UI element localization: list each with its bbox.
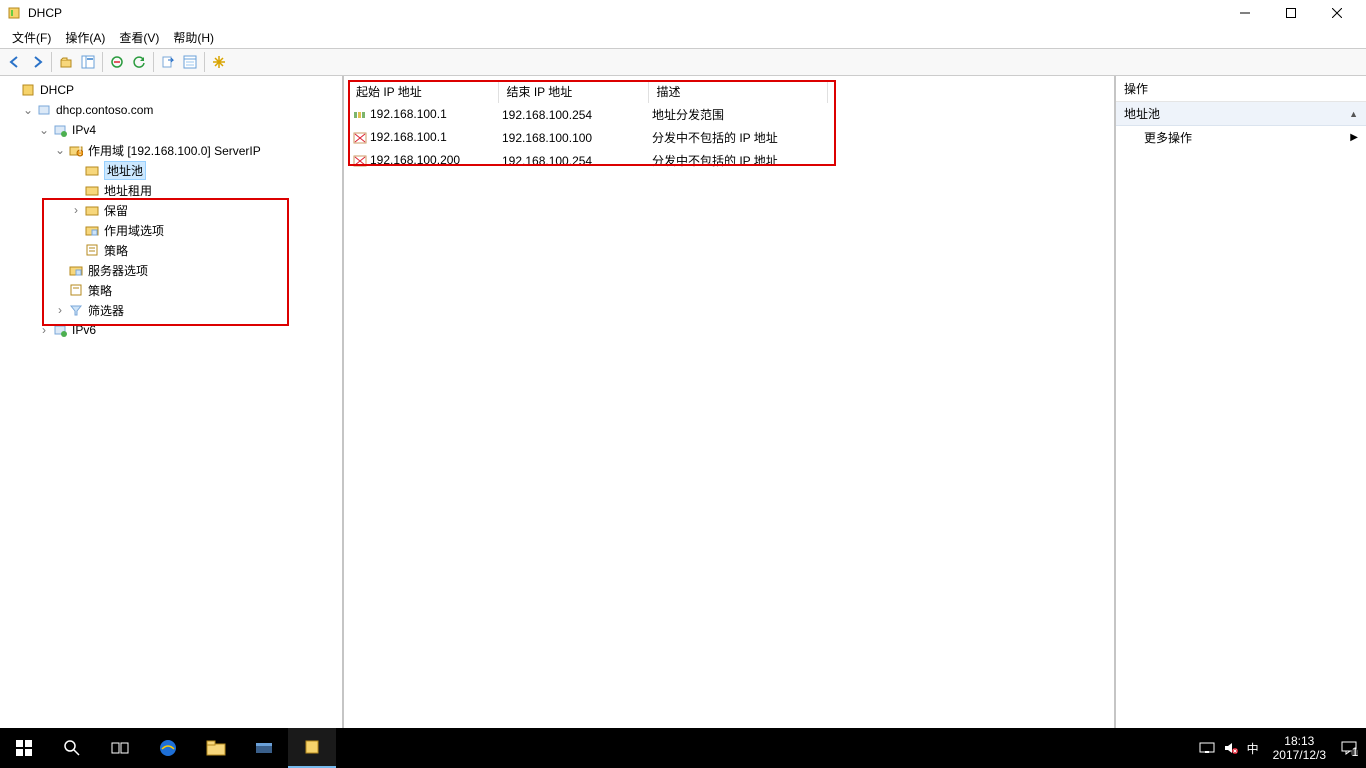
actions-header: 操作 [1116, 76, 1366, 102]
tree-scope-options[interactable]: 作用域选项 [104, 222, 164, 239]
options-icon [84, 222, 100, 238]
scope-icon: ! [68, 142, 84, 158]
tray-network-icon[interactable] [1199, 741, 1215, 755]
task-view-button[interactable] [96, 728, 144, 768]
expand-icon[interactable]: ⌄ [36, 122, 52, 138]
tree-server[interactable]: dhcp.contoso.com [56, 103, 153, 117]
tray-volume-icon[interactable] [1223, 741, 1239, 755]
back-button[interactable] [4, 51, 26, 73]
taskbar: 中 18:13 2017/12/3 1 [0, 728, 1366, 768]
tray-notifications-icon[interactable]: 1 [1340, 740, 1358, 756]
address-pool-table: 起始 IP 地址 结束 IP 地址 描述 192.168.100.1 192.1… [348, 80, 828, 172]
more-actions[interactable]: 更多操作 ▶ [1116, 126, 1366, 149]
chevron-right-icon: ▶ [1350, 132, 1358, 143]
col-description[interactable]: 描述 [648, 80, 828, 103]
exclusion-icon [352, 131, 368, 145]
tree-policies[interactable]: 策略 [104, 242, 128, 259]
titlebar: DHCP [0, 0, 1366, 26]
col-end-ip[interactable]: 结束 IP 地址 [498, 80, 648, 103]
tree-server-policies[interactable]: 策略 [88, 282, 112, 299]
tree-server-options[interactable]: 服务器选项 [88, 262, 148, 279]
table-header-row: 起始 IP 地址 结束 IP 地址 描述 [348, 80, 828, 103]
start-button[interactable] [0, 728, 48, 768]
tree-filters[interactable]: 筛选器 [88, 302, 124, 319]
search-button[interactable] [48, 728, 96, 768]
tree-address-pool[interactable]: 地址池 [104, 161, 146, 180]
dhcp-root-icon [20, 82, 36, 98]
tree-ipv6[interactable]: IPv6 [72, 323, 96, 337]
taskbar-ie[interactable] [144, 728, 192, 768]
taskbar-explorer[interactable] [192, 728, 240, 768]
window-title: DHCP [28, 6, 62, 20]
app-icon [6, 5, 22, 21]
delete-button[interactable] [106, 51, 128, 73]
svg-text:1: 1 [1352, 745, 1358, 756]
properties-button[interactable] [179, 51, 201, 73]
tray-clock[interactable]: 18:13 2017/12/3 [1267, 734, 1332, 762]
menu-action[interactable]: 操作(A) [59, 27, 113, 48]
menubar: 文件(F) 操作(A) 查看(V) 帮助(H) [0, 26, 1366, 48]
tree-reservations[interactable]: 保留 [104, 202, 128, 219]
table-row[interactable]: 192.168.100.1 192.168.100.100 分发中不包括的 IP… [348, 126, 828, 149]
new-button[interactable] [208, 51, 230, 73]
maximize-button[interactable] [1268, 0, 1314, 26]
policy-icon [84, 242, 100, 258]
actions-pane: 操作 地址池 ▲ 更多操作 ▶ [1116, 76, 1366, 728]
filter-icon [68, 302, 84, 318]
forward-button[interactable] [26, 51, 48, 73]
folder-icon [84, 162, 100, 178]
expand-icon[interactable]: › [36, 322, 52, 338]
actions-group-header[interactable]: 地址池 ▲ [1116, 102, 1366, 126]
expand-icon[interactable]: ⌄ [20, 102, 36, 118]
taskbar-server-manager[interactable] [240, 728, 288, 768]
refresh-button[interactable] [128, 51, 150, 73]
tree-ipv4[interactable]: IPv4 [72, 123, 96, 137]
tree-pane: DHCP ⌄ dhcp.contoso.com ⌄ IPv4 [0, 76, 344, 728]
collapse-icon: ▲ [1349, 109, 1358, 119]
folder-icon [84, 182, 100, 198]
range-icon [352, 108, 368, 122]
tree-root[interactable]: DHCP [40, 83, 74, 97]
col-start-ip[interactable]: 起始 IP 地址 [348, 80, 498, 103]
expand-icon[interactable]: ⌄ [52, 142, 68, 158]
menu-view[interactable]: 查看(V) [113, 27, 167, 48]
menu-help[interactable]: 帮助(H) [167, 27, 222, 48]
close-button[interactable] [1314, 0, 1360, 26]
policy-icon [68, 282, 84, 298]
table-row[interactable]: 192.168.100.1 192.168.100.254 地址分发范围 [348, 103, 828, 126]
tree-leases[interactable]: 地址租用 [104, 182, 152, 199]
folder-icon [84, 202, 100, 218]
minimize-button[interactable] [1222, 0, 1268, 26]
svg-text:!: ! [78, 144, 81, 157]
tree-scope[interactable]: 作用域 [192.168.100.0] ServerIP [88, 142, 261, 159]
taskbar-dhcp[interactable] [288, 728, 336, 768]
server-icon [36, 102, 52, 118]
export-button[interactable] [157, 51, 179, 73]
system-tray: 中 18:13 2017/12/3 1 [1191, 734, 1366, 762]
ipv6-icon [52, 322, 68, 338]
options-icon [68, 262, 84, 278]
exclusion-icon [352, 154, 368, 168]
toolbar [0, 48, 1366, 76]
show-hide-tree-button[interactable] [77, 51, 99, 73]
tray-ime[interactable]: 中 [1247, 740, 1259, 757]
menu-file[interactable]: 文件(F) [6, 27, 59, 48]
table-row[interactable]: 192.168.100.200 192.168.100.254 分发中不包括的 … [348, 149, 828, 172]
workspace: DHCP ⌄ dhcp.contoso.com ⌄ IPv4 [0, 76, 1366, 728]
ipv4-icon [52, 122, 68, 138]
list-pane: 起始 IP 地址 结束 IP 地址 描述 192.168.100.1 192.1… [344, 76, 1116, 728]
expand-icon[interactable]: › [52, 302, 68, 318]
expand-icon[interactable]: › [68, 202, 84, 218]
up-button[interactable] [55, 51, 77, 73]
